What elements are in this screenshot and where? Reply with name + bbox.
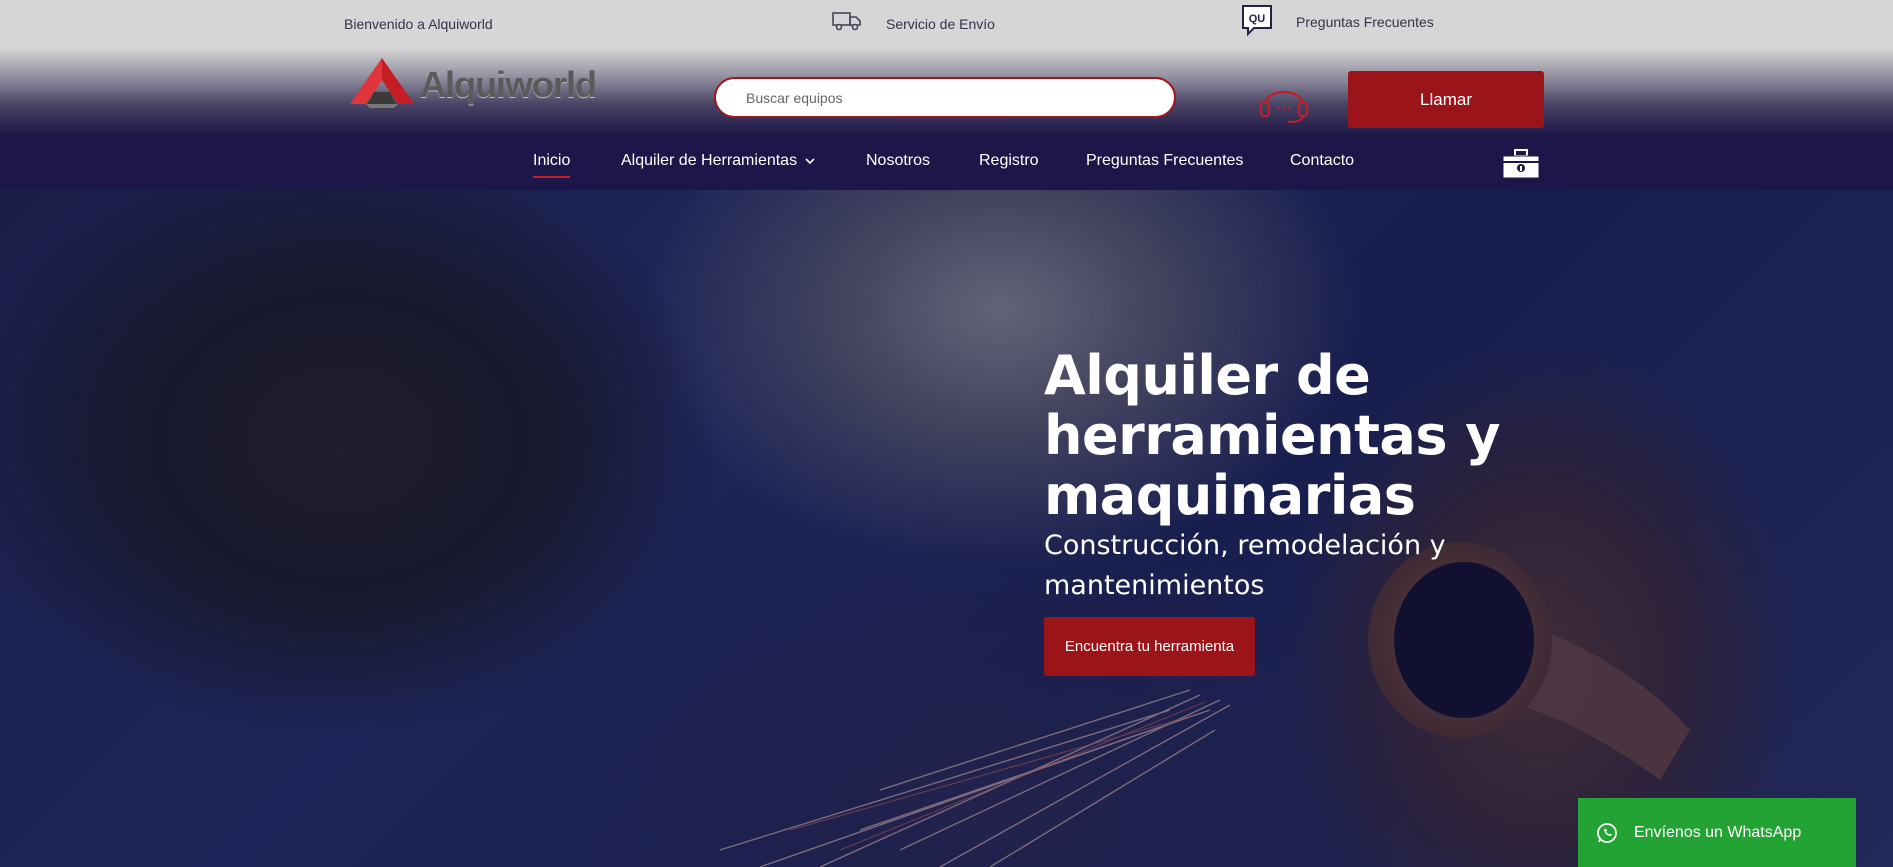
top-faq-label: Preguntas Frecuentes: [1296, 14, 1434, 30]
search-input[interactable]: [746, 88, 1146, 108]
shipping-service-link[interactable]: Servicio de Envío: [832, 10, 995, 32]
welcome-text: Bienvenido a Alquiworld: [344, 16, 493, 32]
top-faq-link[interactable]: QU Preguntas Frecuentes: [1240, 3, 1434, 42]
faq-badge-text: QU: [1249, 13, 1266, 25]
hero-title: Alquiler de herramientas y maquinarias: [1044, 344, 1501, 527]
toolbox-cart[interactable]: [1502, 148, 1540, 185]
truck-icon: [832, 12, 861, 31]
site-logo[interactable]: Alquiworld: [348, 54, 597, 110]
chat-bubble-icon: QU: [1242, 5, 1272, 37]
chevron-down-icon: [805, 158, 815, 164]
search-box[interactable]: [714, 77, 1176, 118]
headset-icon: [1259, 90, 1309, 123]
logo-wordmark: Alquiworld: [420, 64, 597, 105]
whatsapp-button[interactable]: Envíenos un WhatsApp: [1578, 798, 1856, 867]
logo-mark-icon: [350, 58, 414, 108]
shipping-label: Servicio de Envío: [886, 16, 995, 32]
nav-item-contacto[interactable]: Contacto: [1290, 152, 1354, 170]
nav-item-nosotros[interactable]: Nosotros: [866, 152, 930, 170]
whatsapp-icon: [1597, 822, 1617, 843]
find-tool-button[interactable]: Encuentra tu herramienta: [1044, 617, 1255, 676]
top-info-bar: Bienvenido a Alquiworld Servicio de Enví…: [0, 0, 1893, 48]
nav-item-registro[interactable]: Registro: [979, 152, 1039, 170]
hero-banner: Alquiler de herramientas y maquinarias C…: [0, 190, 1893, 867]
nav-item-alquiler[interactable]: Alquiler de Herramientas: [621, 152, 815, 170]
main-navigation: Inicio Alquiler de Herramientas Nosotros…: [0, 134, 1893, 190]
nav-item-inicio[interactable]: Inicio: [533, 152, 571, 178]
nav-item-alquiler-label: Alquiler de Herramientas: [621, 152, 798, 169]
toolbox-icon: [1502, 149, 1540, 179]
hero-subtitle: Construcción, remodelación y mantenimien…: [1044, 530, 1446, 601]
nav-item-preguntas-frecuentes[interactable]: Preguntas Frecuentes: [1086, 152, 1243, 170]
support-headset[interactable]: [1258, 78, 1310, 129]
call-button[interactable]: Llamar: [1348, 71, 1544, 128]
whatsapp-label: Envíenos un WhatsApp: [1634, 823, 1802, 841]
hero-overlay: [0, 190, 1893, 867]
